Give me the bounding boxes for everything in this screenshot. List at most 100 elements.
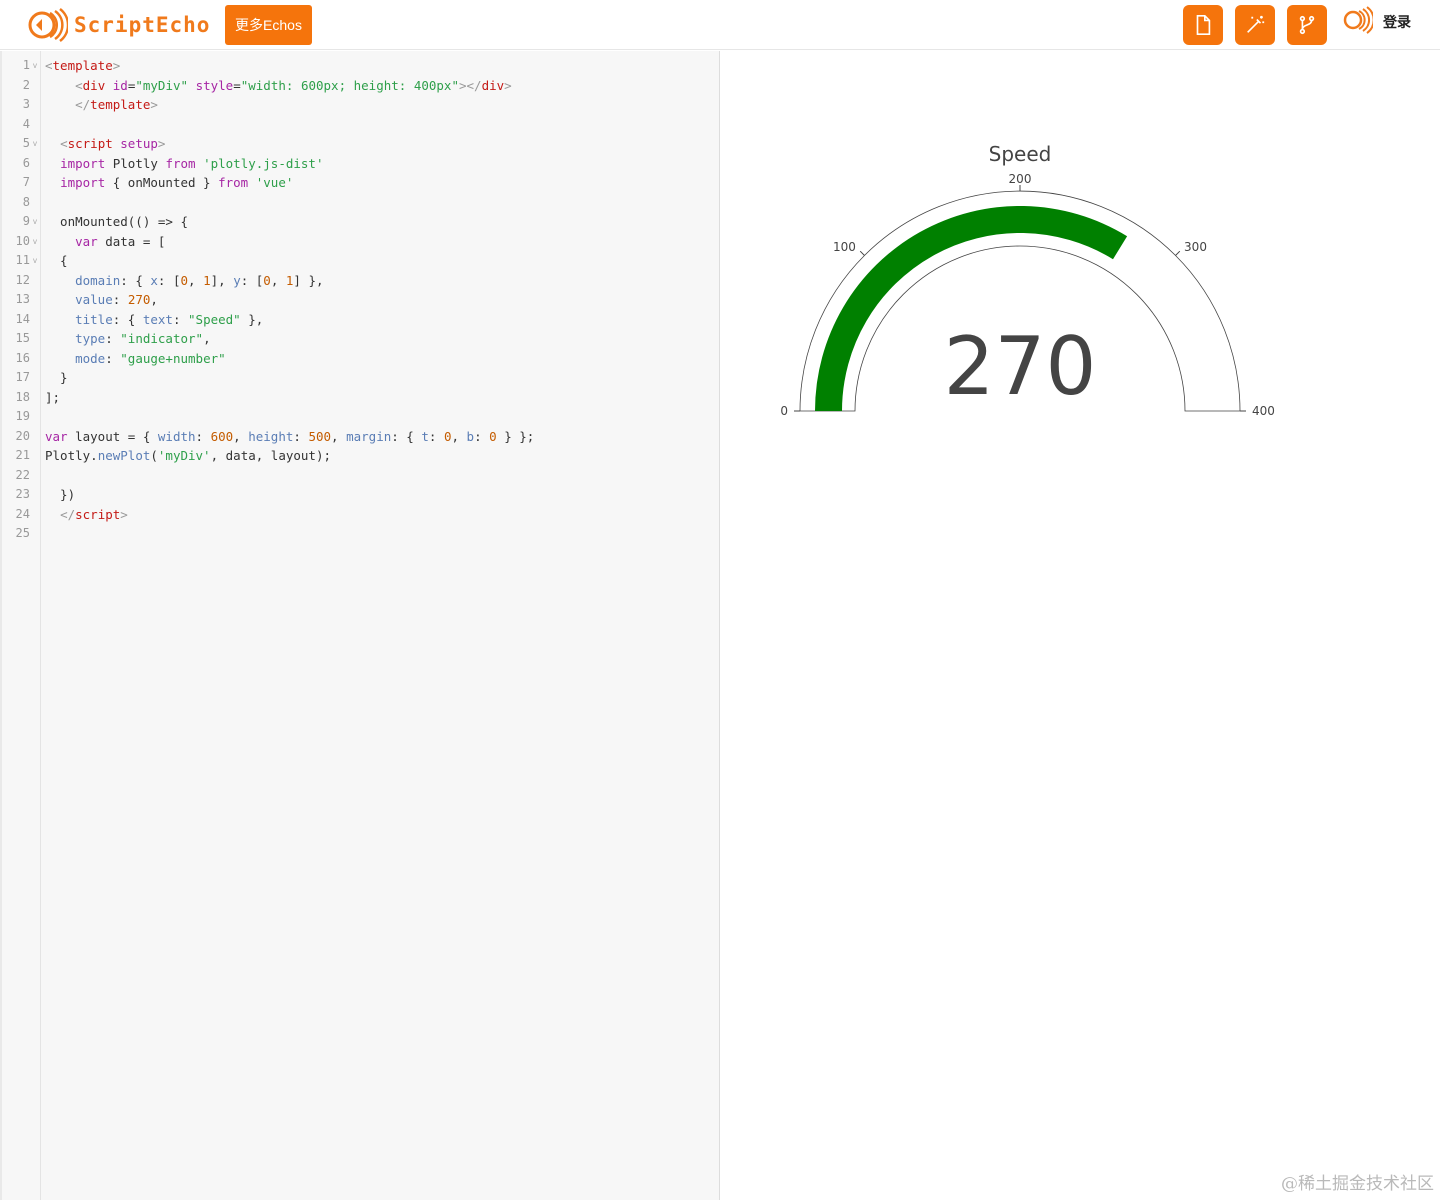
- line-number: 5: [22, 136, 30, 150]
- line-number: 12: [15, 272, 30, 287]
- code-line: ];: [45, 388, 534, 408]
- gauge-tick-label: 100: [833, 240, 856, 254]
- code-token: x: [150, 272, 158, 288]
- code-token: "indicator": [120, 331, 204, 346]
- line-number: 4: [22, 116, 30, 131]
- fold-toggle-icon[interactable]: v: [33, 232, 37, 252]
- code-token: :: [428, 428, 444, 444]
- code-line: value: 270,: [45, 290, 534, 310]
- code-token: margin: [346, 428, 392, 444]
- magic-button[interactable]: [1235, 5, 1275, 45]
- code-token: import: [60, 175, 106, 190]
- line-number: 6: [22, 155, 30, 170]
- logo-text: ScriptEcho: [74, 13, 211, 37]
- code-token: <: [75, 77, 83, 93]
- code-token: value: [75, 292, 113, 307]
- code-token: }: [45, 370, 68, 385]
- code-token: Plotly.: [45, 448, 98, 463]
- code-line: <template>: [45, 56, 534, 76]
- code-token: script: [67, 136, 113, 151]
- code-token: from: [218, 175, 249, 190]
- line-number: 10: [15, 233, 30, 248]
- code-token: div: [481, 77, 505, 93]
- line-number: 15: [15, 331, 30, 345]
- code-token: : {: [112, 311, 143, 327]
- line-number: 18: [15, 389, 30, 404]
- code-token: >: [504, 77, 512, 93]
- code-token: mode: [75, 350, 106, 366]
- code-token: <: [45, 58, 53, 73]
- code-editor[interactable]: 1 v 2 3 4 5 v 6 7 8 9 v 10 v 11 v 12 13 14 15 16 17 18 19 20 21 22…: [0, 51, 720, 1200]
- code-token: template: [52, 58, 113, 73]
- more-echos-button[interactable]: 更多Echos: [225, 5, 312, 45]
- code-token: : [: [157, 272, 181, 288]
- code-token: 'myDiv': [157, 448, 211, 463]
- fold-toggle-icon[interactable]: v: [33, 56, 37, 76]
- user-avatar-icon[interactable]: [1343, 5, 1373, 35]
- code-token: "myDiv": [135, 77, 189, 93]
- code-token: b: [466, 428, 475, 444]
- code-token: type: [75, 331, 106, 346]
- line-number: 1: [22, 58, 30, 72]
- code-token: ,: [233, 428, 249, 444]
- code-line: Plotly.newPlot('myDiv', data, layout);: [45, 446, 534, 466]
- line-number: 19: [15, 409, 30, 423]
- code-token: newPlot: [97, 448, 151, 463]
- gauge-chart: 0 100 200 300 400 Speed 270: [780, 142, 1275, 418]
- code-line: mode: "gauge+number": [45, 349, 534, 369]
- line-number: 16: [15, 350, 30, 365]
- code-token: :: [172, 311, 189, 327]
- line-number: 9: [22, 214, 30, 228]
- code-token: ,: [188, 272, 204, 288]
- code-token: import: [60, 155, 106, 171]
- login-link[interactable]: 登录: [1383, 12, 1411, 32]
- code-token: 500: [308, 428, 332, 444]
- fold-toggle-icon[interactable]: v: [33, 251, 37, 271]
- code-content[interactable]: <template> <div id="myDiv" style="width:…: [45, 56, 534, 544]
- code-line: <div id="myDiv" style="width: 600px; hei…: [45, 76, 534, 96]
- code-token: ></: [458, 77, 482, 93]
- fork-icon: [1299, 15, 1315, 35]
- line-gutter: 1 v 2 3 4 5 v 6 7 8 9 v 10 v 11 v 12 13 14 15 16 17 18 19 20 21 22…: [0, 51, 41, 1200]
- code-line: }: [45, 368, 534, 388]
- logo[interactable]: ScriptEcho: [28, 6, 210, 44]
- code-token: :: [105, 331, 121, 346]
- new-file-button[interactable]: [1183, 5, 1223, 45]
- gauge-tick-label: 0: [780, 404, 788, 418]
- fold-toggle-icon[interactable]: v: [33, 134, 37, 154]
- code-line: import Plotly from 'plotly.js-dist': [45, 154, 534, 174]
- line-number: 20: [15, 428, 30, 443]
- line-number: 21: [15, 448, 30, 462]
- code-token: 0: [263, 272, 271, 288]
- fork-button[interactable]: [1287, 5, 1327, 45]
- line-number: 2: [22, 77, 30, 92]
- code-line: title: { text: "Speed" },: [45, 310, 534, 330]
- code-token: template: [90, 97, 151, 112]
- code-token: : {: [391, 428, 422, 444]
- code-line: domain: { x: [0, 1], y: [0, 1] },: [45, 271, 534, 291]
- fold-toggle-icon[interactable]: v: [33, 212, 37, 232]
- code-token: onMounted(() => {: [45, 214, 188, 229]
- code-token: 600: [210, 428, 234, 444]
- code-token: 1: [203, 272, 211, 288]
- code-token: "width: 600px; height: 400px": [240, 77, 459, 93]
- code-token: >: [150, 97, 158, 112]
- code-token: {: [45, 253, 68, 268]
- line-number: 25: [15, 526, 30, 540]
- code-token: div: [82, 77, 106, 93]
- code-line: {: [45, 251, 534, 271]
- code-token: >: [157, 136, 166, 151]
- code-token: text: [142, 311, 173, 327]
